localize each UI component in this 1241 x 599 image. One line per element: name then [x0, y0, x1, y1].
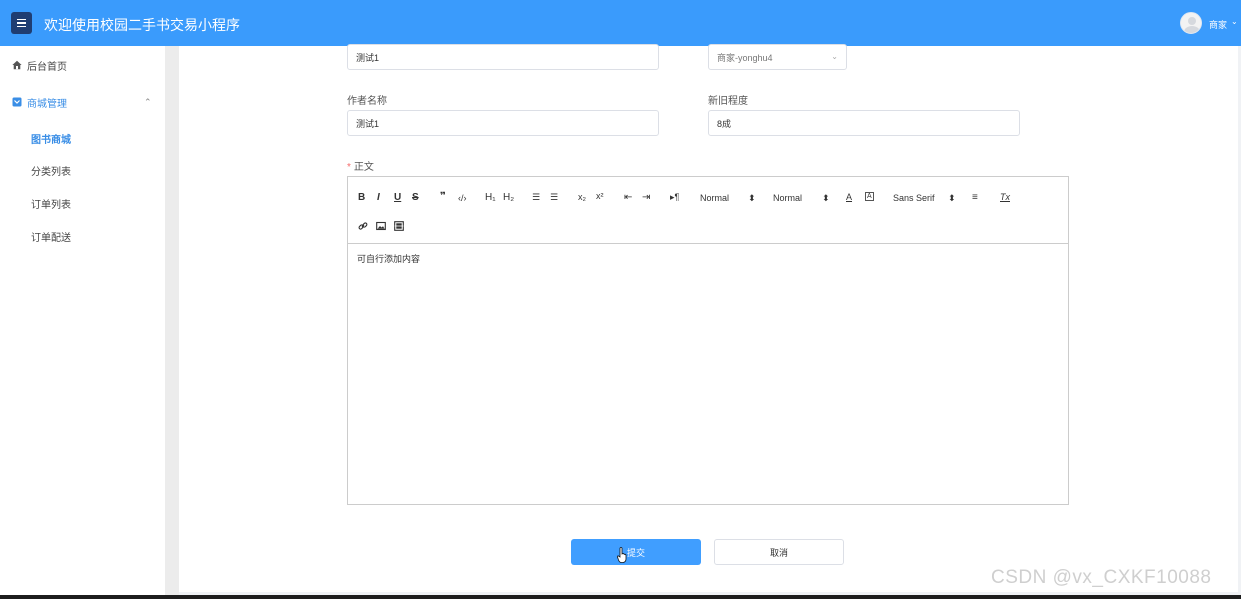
font-select[interactable]: Sans Serif [893, 193, 935, 203]
select-caret-icon: ⬍ [748, 193, 756, 203]
size-select[interactable]: Normal [700, 193, 729, 203]
chevron-down-icon[interactable]: ⌄ [1231, 17, 1238, 26]
condition-label: 新旧程度 [708, 96, 748, 107]
body-label: * 正文 [347, 158, 374, 173]
app-title: 欢迎使用校园二手书交易小程序 [44, 17, 240, 33]
cancel-button[interactable]: 取消 [714, 539, 844, 565]
header-select[interactable]: Normal [773, 193, 802, 203]
strike-button[interactable]: S [412, 192, 419, 203]
editor-content[interactable]: 可自行添加内容 [357, 252, 420, 265]
underline-button[interactable]: U [394, 192, 401, 203]
indent-button[interactable]: ⇥ [642, 192, 650, 203]
sidebar-item-book-mall[interactable]: 图书商城 [31, 131, 71, 146]
sidebar-group-label: 商城管理 [27, 98, 67, 110]
code-button[interactable]: ‹/› [458, 193, 467, 203]
condition-input[interactable]: 8成 [708, 110, 1020, 136]
required-mark: * [347, 162, 351, 173]
home-icon [12, 60, 22, 70]
chevron-up-icon: ⌃ [144, 96, 152, 107]
select-caret-icon: ⬍ [822, 193, 830, 203]
window-bottom-edge [0, 595, 1241, 599]
merchant-select[interactable]: 商家-yonghu4 ⌄ [708, 44, 847, 70]
superscript-button[interactable]: x² [596, 191, 604, 201]
rich-text-editor: B I U S ❞ ‹/› H₁ H₂ ☰ ☰ x₂ x² ⇤ ⇥ ▸¶ Nor… [347, 176, 1069, 505]
h1-button[interactable]: H₁ [485, 192, 496, 203]
sidebar-item-label: 后台首页 [27, 61, 67, 73]
background-button[interactable]: A [865, 192, 874, 201]
watermark: CSDN @vx_CXKF10088 [991, 567, 1212, 588]
image-icon[interactable] [376, 221, 386, 231]
video-icon[interactable] [394, 221, 404, 231]
link-icon[interactable] [358, 221, 368, 231]
sidebar-item-category-list[interactable]: 分类列表 [31, 163, 71, 178]
merchant-select-value: 商家-yonghu4 [717, 52, 773, 63]
outdent-button[interactable]: ⇤ [624, 192, 632, 203]
sidebar-item-order-list[interactable]: 订单列表 [31, 196, 71, 211]
ordered-list-button[interactable]: ☰ [532, 192, 540, 203]
title-input[interactable]: 测试1 [347, 44, 659, 70]
shop-icon [12, 97, 22, 107]
sidebar-item-order-delivery[interactable]: 订单配送 [31, 229, 71, 244]
author-label: 作者名称 [347, 96, 387, 107]
user-name[interactable]: 商家 [1209, 18, 1227, 31]
submit-button[interactable]: 提交 [571, 539, 701, 565]
sidebar-group-shop[interactable]: 商城管理 ⌃ [0, 92, 165, 112]
select-caret-icon: ⬍ [948, 193, 956, 203]
sidebar-item-home[interactable]: 后台首页 [0, 55, 165, 75]
layout-divider [165, 46, 179, 599]
hand-cursor-icon [617, 547, 627, 563]
sidebar: 后台首页 商城管理 ⌃ 图书商城 分类列表 订单列表 订单配送 [0, 46, 165, 599]
bold-button[interactable]: B [358, 192, 365, 203]
menu-icon[interactable] [11, 12, 32, 34]
clean-button[interactable]: Tx [1000, 192, 1010, 202]
direction-button[interactable]: ▸¶ [670, 192, 679, 203]
h2-button[interactable]: H₂ [503, 192, 514, 203]
bullet-list-button[interactable]: ☰ [550, 192, 558, 203]
top-header: 欢迎使用校园二手书交易小程序 商家 ⌄ [0, 0, 1241, 46]
align-button[interactable]: ≡ [972, 192, 978, 203]
editor-toolbar: B I U S ❞ ‹/› H₁ H₂ ☰ ☰ x₂ x² ⇤ ⇥ ▸¶ Nor… [348, 177, 1068, 244]
italic-button[interactable]: I [377, 192, 380, 203]
blockquote-button[interactable]: ❞ [440, 191, 446, 202]
subscript-button[interactable]: x₂ [578, 192, 586, 202]
author-input[interactable]: 测试1 [347, 110, 659, 136]
body-label-text: 正文 [353, 162, 374, 173]
avatar[interactable] [1180, 12, 1202, 34]
color-button[interactable]: A [846, 192, 852, 202]
chevron-down-icon: ⌄ [831, 52, 838, 61]
